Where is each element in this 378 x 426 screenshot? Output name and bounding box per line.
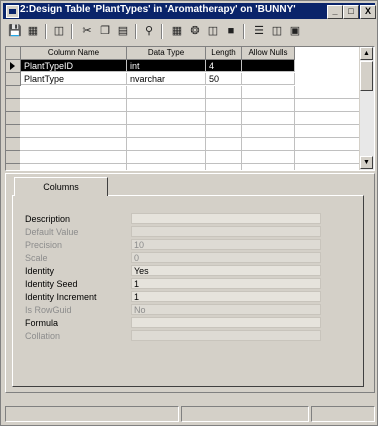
- property-label: Identity Seed: [25, 279, 78, 289]
- allow-nulls-cell[interactable]: [242, 73, 295, 85]
- data-type-cell[interactable]: int: [127, 60, 206, 72]
- property-value[interactable]: 1: [131, 278, 321, 289]
- window-title: 2:Design Table 'PlantTypes' in 'Aromathe…: [20, 4, 296, 15]
- copy-icon[interactable]: ❐: [97, 23, 113, 39]
- status-pane: [311, 406, 375, 422]
- delete-column-icon[interactable]: ▣: [287, 23, 303, 39]
- toolbar-separator: [243, 24, 245, 39]
- window-icon[interactable]: [6, 5, 19, 18]
- title-bar[interactable]: 2:Design Table 'PlantTypes' in 'Aromathe…: [3, 3, 376, 19]
- minimize-button[interactable]: _: [327, 5, 343, 19]
- property-value: [131, 330, 321, 341]
- column-grid[interactable]: Column Name Data Type Length Allow Nulls…: [5, 46, 375, 171]
- column-name-cell[interactable]: PlantTypeID: [21, 60, 127, 72]
- property-label: Scale: [25, 253, 48, 263]
- property-value[interactable]: [131, 213, 321, 224]
- property-value: 10: [131, 239, 321, 250]
- column-name-header[interactable]: Column Name: [21, 47, 127, 60]
- property-value: [131, 226, 321, 237]
- empty-grid-rows[interactable]: [6, 86, 360, 170]
- toolbar-separator: [45, 24, 47, 39]
- data-type-header[interactable]: Data Type: [127, 47, 206, 60]
- grid-corner-header: [6, 47, 21, 60]
- length-cell[interactable]: 4: [206, 60, 242, 72]
- manage-triggers-icon[interactable]: ▦: [169, 23, 185, 39]
- property-label: Precision: [25, 240, 63, 250]
- row-selector[interactable]: [6, 60, 21, 73]
- property-value: 0: [131, 252, 321, 263]
- close-button[interactable]: X: [360, 5, 376, 19]
- row-selector[interactable]: [6, 73, 21, 86]
- paste-icon[interactable]: ▤: [115, 23, 131, 39]
- maximize-button[interactable]: □: [343, 5, 359, 19]
- length-header[interactable]: Length: [206, 47, 242, 60]
- scroll-thumb[interactable]: [360, 61, 373, 91]
- tab-columns[interactable]: Columns: [14, 177, 108, 196]
- property-value[interactable]: Yes: [131, 265, 321, 276]
- property-value: No: [131, 304, 321, 315]
- property-label: Collation: [25, 331, 61, 341]
- property-label: Formula: [25, 318, 59, 328]
- toolbar-separator: [161, 24, 163, 39]
- primary-key-icon[interactable]: ⚲: [141, 23, 157, 39]
- property-label: Is RowGuid: [25, 305, 72, 315]
- allow-nulls-cell[interactable]: [242, 60, 295, 72]
- insert-column-icon[interactable]: ◫: [269, 23, 285, 39]
- toolbar: 💾 ▦ ◫ ✂ ❐ ▤ ⚲ ▦ ❂ ◫ ■ ☰ ◫ ▣: [3, 21, 375, 43]
- scroll-down-arrow-icon[interactable]: ▼: [360, 156, 373, 169]
- save-icon[interactable]: 💾: [7, 23, 23, 39]
- property-label: Default Value: [25, 227, 79, 237]
- status-bar: [3, 405, 375, 423]
- manage-constraints-icon[interactable]: ■: [223, 23, 239, 39]
- status-pane: [181, 406, 309, 422]
- property-value[interactable]: [131, 317, 321, 328]
- property-value[interactable]: 1: [131, 291, 321, 302]
- column-name-cell[interactable]: PlantType: [21, 73, 127, 85]
- new-relationship-icon[interactable]: ☰: [251, 23, 267, 39]
- vertical-scrollbar[interactable]: ▲ ▼: [359, 47, 374, 170]
- generate-script-icon[interactable]: ◫: [51, 23, 67, 39]
- property-label: Description: [25, 214, 71, 224]
- allow-nulls-header[interactable]: Allow Nulls: [242, 47, 295, 60]
- properties-icon[interactable]: ▦: [25, 23, 41, 39]
- cut-icon[interactable]: ✂: [79, 23, 95, 39]
- manage-relationships-icon[interactable]: ◫: [205, 23, 221, 39]
- current-row-arrow-icon: [10, 62, 15, 70]
- columns-tab-page: Description Default Value Precision 10 S…: [12, 195, 364, 387]
- manage-indexes-icon[interactable]: ❂: [187, 23, 203, 39]
- design-table-window: 2:Design Table 'PlantTypes' in 'Aromathe…: [0, 0, 378, 426]
- scroll-up-arrow-icon[interactable]: ▲: [360, 47, 373, 60]
- data-type-cell[interactable]: nvarchar: [127, 73, 206, 85]
- status-pane: [5, 406, 179, 422]
- toolbar-separator: [71, 24, 73, 39]
- property-label: Identity Increment: [25, 292, 97, 302]
- length-cell[interactable]: 50: [206, 73, 242, 85]
- property-label: Identity: [25, 266, 55, 276]
- toolbar-separator: [135, 24, 137, 39]
- column-properties-panel: Columns Description Default Value Precis…: [5, 173, 375, 393]
